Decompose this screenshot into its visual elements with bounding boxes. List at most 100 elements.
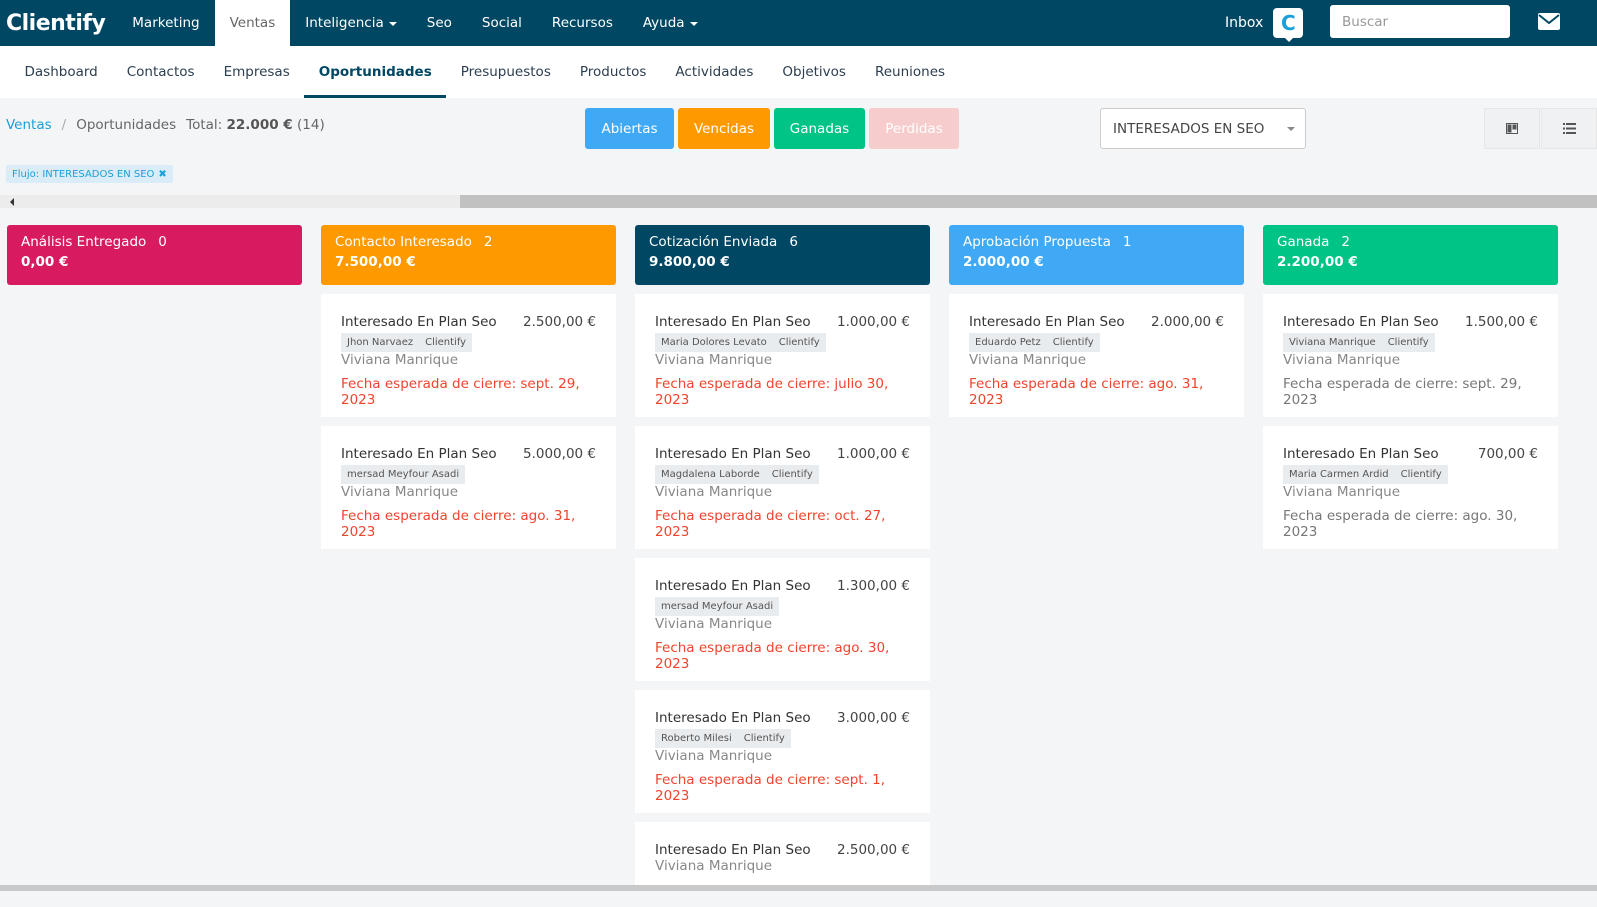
tab-productos[interactable]: Productos bbox=[565, 46, 661, 98]
bottom-scrollbar[interactable] bbox=[0, 885, 1597, 907]
perdidas-button[interactable]: Perdidas bbox=[869, 108, 959, 149]
pipeline-column: Aprobación Propuesta 1 2.000,00 € Interesad… bbox=[949, 225, 1244, 417]
opportunity-card[interactable]: Interesado En Plan Seo 1.000,00 € Magdalen… bbox=[635, 426, 930, 549]
pipeline-column: Ganada 2 2.200,00 € Interesado En Plan Seo 1… bbox=[1263, 225, 1558, 549]
flow-filter-label: Flujo: INTERESADOS EN SEO bbox=[12, 168, 155, 180]
contact-tag[interactable]: Roberto Milesi bbox=[655, 729, 738, 748]
tab-contactos[interactable]: Contactos bbox=[112, 46, 209, 98]
card-close-date: Fecha esperada de cierre: ago. 31, 2023 bbox=[969, 376, 1204, 408]
opportunity-card[interactable]: Interesado En Plan Seo 2.500,00 € Viviana … bbox=[635, 822, 930, 885]
nav-inteligencia[interactable]: Inteligencia bbox=[290, 0, 412, 46]
card-amount: 2.000,00 € bbox=[1151, 314, 1224, 330]
nav-seo[interactable]: Seo bbox=[412, 0, 467, 46]
flow-select[interactable]: INTERESADOS EN SEO bbox=[1100, 108, 1306, 149]
contact-tag[interactable]: Clientify bbox=[1394, 465, 1448, 484]
contact-tag[interactable]: Clientify bbox=[772, 333, 826, 352]
card-owner: Viviana Manrique bbox=[341, 352, 459, 368]
column-count: 0 bbox=[158, 234, 167, 250]
opportunity-card[interactable]: Interesado En Plan Seo 3.000,00 € Roberto … bbox=[635, 690, 930, 813]
card-close-date: Fecha esperada de cierre: sept. 29, 2023 bbox=[1283, 376, 1522, 408]
tab-actividades[interactable]: Actividades bbox=[661, 46, 768, 98]
tab-presupuestos[interactable]: Presupuestos bbox=[446, 46, 565, 98]
opportunity-card[interactable]: Interesado En Plan Seo 2.000,00 € Eduardo … bbox=[949, 294, 1244, 417]
nav-ventas[interactable]: Ventas bbox=[214, 0, 291, 46]
card-amount: 1.000,00 € bbox=[837, 446, 910, 462]
nav-label: Seo bbox=[426, 15, 452, 31]
tab-reuniones[interactable]: Reuniones bbox=[860, 46, 959, 98]
contact-tag[interactable]: mersad Meyfour Asadi bbox=[341, 465, 466, 484]
clientify-logo[interactable]: Clientify bbox=[0, 11, 117, 36]
contact-tag[interactable]: Maria Dolores Levato bbox=[655, 333, 773, 352]
contact-tag[interactable]: Magdalena Laborde bbox=[655, 465, 766, 484]
tab-objetivos[interactable]: Objetivos bbox=[768, 46, 861, 98]
pipeline-column: Contacto Interesado 2 7.500,00 € Interesado… bbox=[321, 225, 616, 549]
column-amount: 2.000,00 € bbox=[963, 254, 1044, 270]
column-header: Aprobación Propuesta 1 2.000,00 € bbox=[949, 225, 1244, 285]
pipeline-column: Análisis Entregado 0 0,00 € bbox=[7, 225, 302, 285]
caret-down-icon bbox=[388, 22, 397, 26]
contact-tag[interactable]: Clientify bbox=[1046, 333, 1100, 352]
breadcrumb: Ventas / Oportunidades Total: 22.000 € (… bbox=[6, 117, 325, 133]
card-owner: Viviana Manrique bbox=[655, 858, 773, 874]
bottom-scrollbar-track[interactable] bbox=[0, 885, 1597, 891]
opportunity-card[interactable]: Interesado En Plan Seo 700,00 € Maria Carm… bbox=[1263, 426, 1558, 549]
card-amount: 1.500,00 € bbox=[1465, 314, 1538, 330]
kanban-icon bbox=[1506, 123, 1518, 134]
nav-label: Marketing bbox=[132, 15, 200, 31]
column-name: Contacto Interesado bbox=[335, 234, 472, 250]
opportunity-card[interactable]: Interesado En Plan Seo 1.500,00 € Viviana … bbox=[1263, 294, 1558, 417]
opportunity-card[interactable]: Interesado En Plan Seo 5.000,00 € mersad M… bbox=[321, 426, 616, 549]
ganadas-button[interactable]: Ganadas bbox=[774, 108, 865, 149]
nav-social[interactable]: Social bbox=[467, 0, 537, 46]
nav-recursos[interactable]: Recursos bbox=[537, 0, 628, 46]
nav-label: Ayuda bbox=[642, 15, 685, 31]
scrollbar-thumb[interactable] bbox=[460, 195, 1597, 208]
opportunity-card[interactable]: Interesado En Plan Seo 1.000,00 € Maria Do… bbox=[635, 294, 930, 417]
scroll-left-icon[interactable] bbox=[10, 198, 14, 206]
abiertas-button[interactable]: Abiertas bbox=[585, 108, 674, 149]
remove-filter-icon[interactable]: ✖ bbox=[158, 169, 166, 180]
column-count: 6 bbox=[789, 234, 798, 250]
contact-tag[interactable]: Clientify bbox=[419, 333, 473, 352]
nav-label: Recursos bbox=[551, 15, 613, 31]
opportunity-card[interactable]: Interesado En Plan Seo 2.500,00 € Jhon Nar… bbox=[321, 294, 616, 417]
column-count: 1 bbox=[1122, 234, 1132, 250]
nav-label: Inteligencia bbox=[305, 15, 384, 31]
opportunity-card[interactable]: Interesado En Plan Seo 1.300,00 € mersad M… bbox=[635, 558, 930, 681]
card-amount: 3.000,00 € bbox=[837, 710, 910, 726]
contact-tag[interactable]: Clientify bbox=[737, 729, 791, 748]
contact-tag[interactable]: Clientify bbox=[1381, 333, 1435, 352]
vencidas-button[interactable]: Vencidas bbox=[678, 108, 770, 149]
search-input[interactable] bbox=[1330, 5, 1510, 38]
total-count: (14) bbox=[297, 117, 325, 133]
column-title: Aprobación Propuesta 1 bbox=[963, 234, 1230, 250]
tab-oportunidades[interactable]: Oportunidades bbox=[304, 46, 447, 98]
breadcrumb-ventas-link[interactable]: Ventas bbox=[6, 117, 52, 133]
card-tags: mersad Meyfour Asadi bbox=[655, 597, 910, 616]
contact-tag[interactable]: mersad Meyfour Asadi bbox=[655, 597, 780, 616]
sales-subnav: Dashboard Contactos Empresas Oportunidades P… bbox=[0, 46, 1597, 98]
caret-down-icon bbox=[689, 22, 698, 26]
envelope-icon[interactable] bbox=[1538, 13, 1560, 30]
inbox-link[interactable]: Inbox C bbox=[1225, 0, 1304, 46]
list-view-button[interactable] bbox=[1541, 108, 1597, 149]
card-close-date: Fecha esperada de cierre: ago. 31, 2023 bbox=[341, 508, 576, 540]
card-amount: 700,00 € bbox=[1477, 446, 1538, 462]
breadcrumb-separator: / bbox=[61, 117, 67, 133]
contact-tag[interactable]: Eduardo Petz bbox=[969, 333, 1047, 352]
card-owner: Viviana Manrique bbox=[655, 352, 773, 368]
kanban-view-button[interactable] bbox=[1484, 108, 1540, 149]
contact-tag[interactable]: Jhon Narvaez bbox=[341, 333, 420, 352]
contact-tag[interactable]: Viviana Manrique bbox=[1283, 333, 1382, 352]
nav-ayuda[interactable]: Ayuda bbox=[628, 0, 713, 46]
column-name: Análisis Entregado bbox=[21, 234, 147, 250]
top-navbar: Clientify Marketing Ventas Inteligencia Seo… bbox=[0, 0, 1597, 46]
contact-tag[interactable]: Clientify bbox=[765, 465, 819, 484]
card-tags: Eduardo Petz Clientify bbox=[969, 333, 1224, 352]
tab-empresas[interactable]: Empresas bbox=[209, 46, 304, 98]
board-scrollbar[interactable] bbox=[0, 195, 1597, 208]
tab-dashboard[interactable]: Dashboard bbox=[10, 46, 112, 98]
nav-marketing[interactable]: Marketing bbox=[117, 0, 214, 46]
card-tags: Magdalena Laborde Clientify bbox=[655, 465, 910, 484]
contact-tag[interactable]: Maria Carmen Ardid bbox=[1283, 465, 1395, 484]
